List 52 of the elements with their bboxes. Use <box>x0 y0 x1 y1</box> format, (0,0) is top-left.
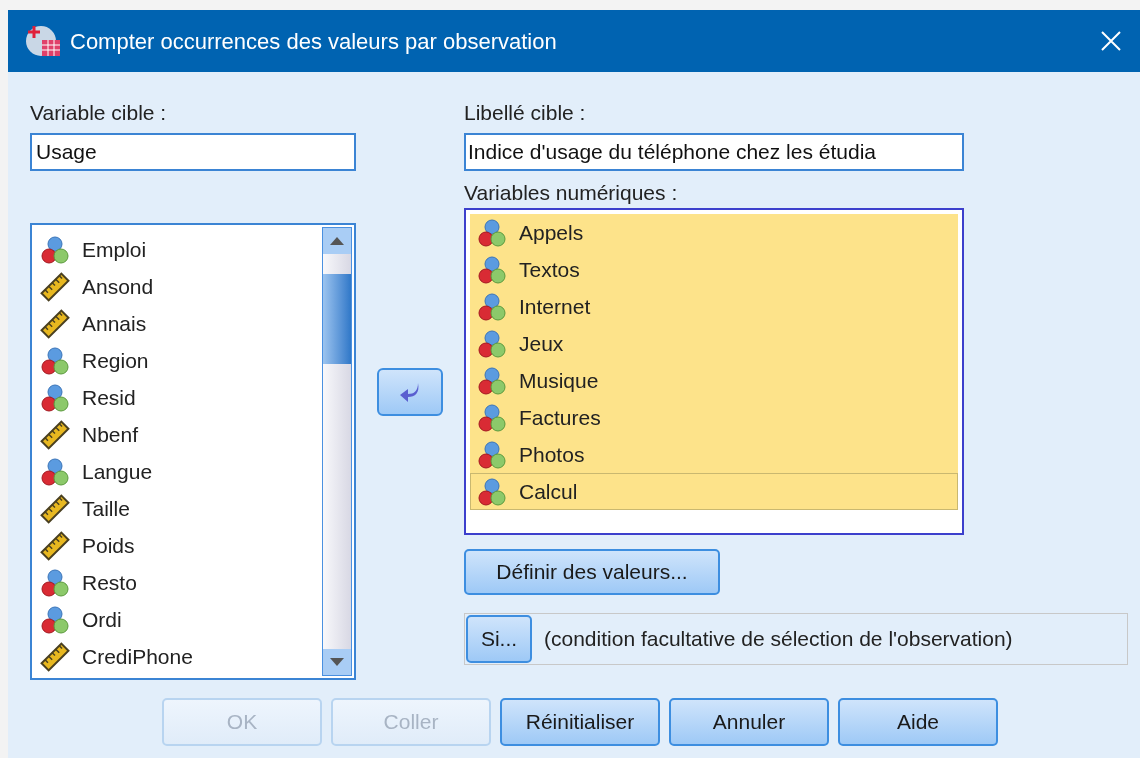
variable-item[interactable]: Region <box>40 342 322 379</box>
variable-item[interactable]: Resid <box>40 379 322 416</box>
variable-item[interactable]: Ansond <box>40 268 322 305</box>
variable-item[interactable]: Internet <box>470 288 958 325</box>
close-icon[interactable] <box>1100 30 1122 52</box>
dialog-button[interactable]: Si... <box>466 615 532 663</box>
dialog-button[interactable]: Annuler <box>669 698 829 746</box>
variable-item[interactable]: Emploi <box>40 231 322 268</box>
nominal-variable-icon <box>477 291 507 322</box>
variable-item[interactable]: Factures <box>470 399 958 436</box>
variable-item[interactable]: Nbenf <box>40 416 322 453</box>
nominal-variable-icon <box>477 365 507 396</box>
nominal-variable-icon <box>477 402 507 433</box>
variable-item[interactable]: Langue <box>40 453 322 490</box>
field-label: Variable cible : <box>30 100 168 126</box>
list-label: Variables numériques : <box>464 180 679 206</box>
variable-item[interactable]: CrediPhone <box>40 638 322 675</box>
dialog-button[interactable]: Aide <box>838 698 998 746</box>
dialog-button[interactable]: Définir des valeurs... <box>464 549 720 595</box>
scroll-thumb[interactable] <box>323 274 351 364</box>
variable-item[interactable]: Appels <box>470 214 958 251</box>
variable-item[interactable]: Calcul <box>470 473 958 510</box>
scroll-down-icon[interactable] <box>323 649 351 675</box>
nominal-variable-icon <box>40 456 70 487</box>
nominal-variable-icon <box>40 382 70 413</box>
nominal-variable-icon <box>40 234 70 265</box>
variable-item[interactable]: Musique <box>470 362 958 399</box>
variable-item[interactable]: Jeux <box>470 325 958 362</box>
variable-item[interactable]: Annais <box>40 305 322 342</box>
scroll-up-icon[interactable] <box>323 228 351 254</box>
nominal-variable-icon <box>477 439 507 470</box>
nominal-variable-icon <box>40 345 70 376</box>
input-field[interactable]: Usage <box>30 133 356 171</box>
move-button[interactable] <box>377 368 443 416</box>
nominal-variable-icon <box>477 328 507 359</box>
input-field[interactable]: Indice d'usage du téléphone chez les étudia <box>464 133 964 171</box>
nominal-variable-icon <box>40 567 70 598</box>
nominal-variable-icon <box>40 604 70 635</box>
dialog-button[interactable]: Réinitialiser <box>500 698 660 746</box>
variable-item[interactable]: Resto <box>40 564 322 601</box>
nominal-variable-icon <box>477 476 507 507</box>
nominal-variable-icon <box>477 254 507 285</box>
variable-item[interactable]: Ordi <box>40 601 322 638</box>
field-label: Libellé cible : <box>464 100 587 126</box>
variable-item[interactable]: Taille <box>40 490 322 527</box>
condition-text: (condition facultative de sélection de l'observation) <box>544 626 1013 653</box>
variable-item[interactable]: Textos <box>470 251 958 288</box>
variable-item[interactable]: Poids <box>40 527 322 564</box>
scrollbar[interactable] <box>322 227 352 676</box>
variable-item[interactable]: Photos <box>470 436 958 473</box>
nominal-variable-icon <box>477 217 507 248</box>
window-title: Compter occurrences des valeurs par observation <box>70 27 557 56</box>
